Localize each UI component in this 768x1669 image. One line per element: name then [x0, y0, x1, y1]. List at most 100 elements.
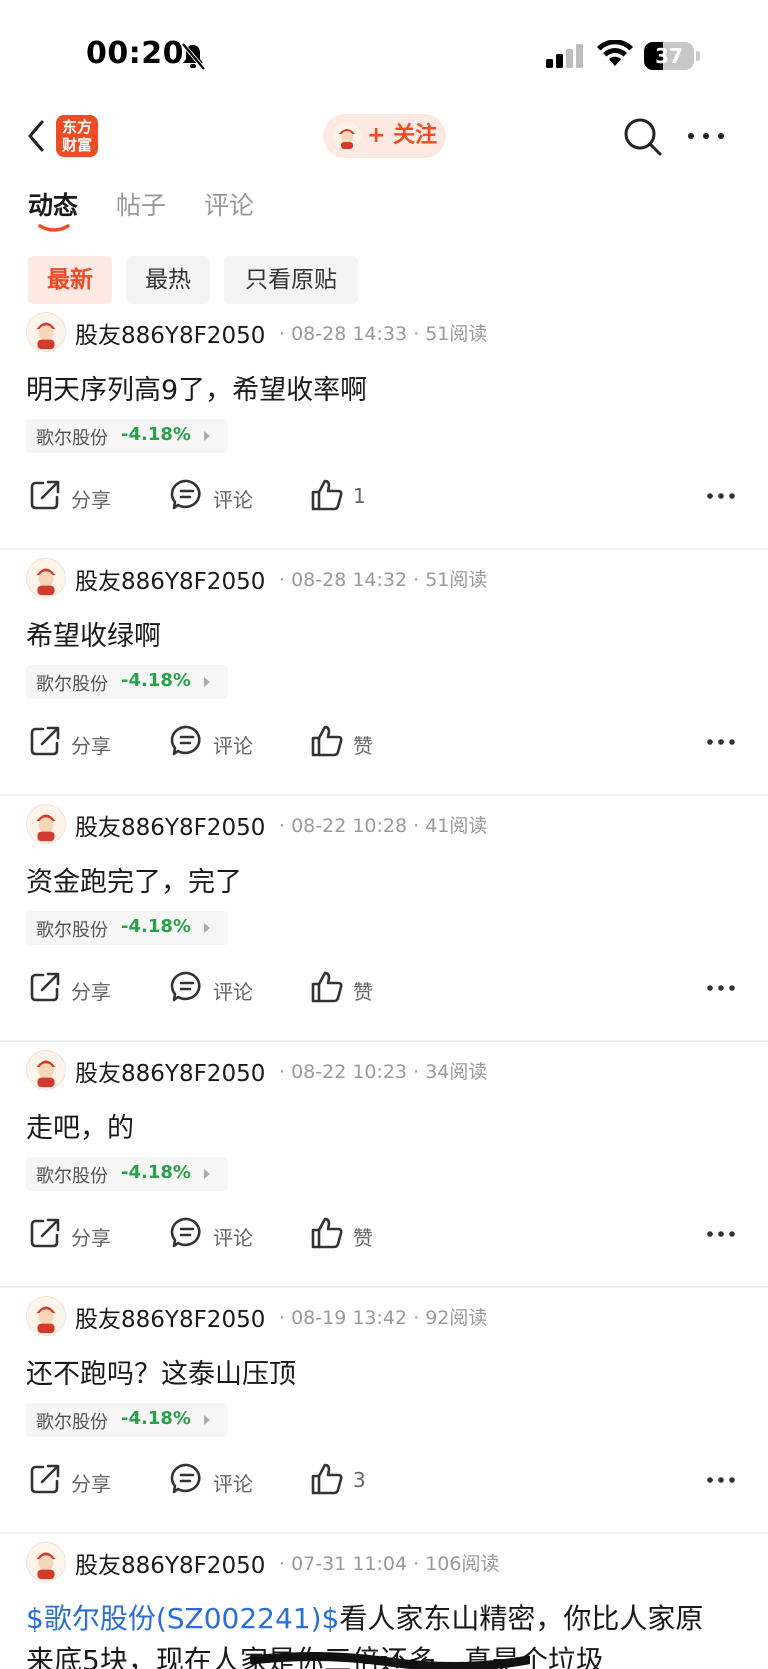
like-button[interactable]: 赞 — [310, 722, 390, 762]
post-meta: · 08-22 10:28 · 41阅读 — [279, 815, 488, 837]
post-actions: 分享 评论 赞 — [0, 968, 768, 1008]
user-avatar-icon[interactable] — [26, 558, 66, 598]
like-button[interactable]: 1 — [310, 476, 390, 516]
comment-icon — [170, 1463, 201, 1494]
post-username[interactable]: 股友886Y8F2050 — [75, 1054, 265, 1088]
post-header: 股友886Y8F2050 · 08-28 14:33 · 51阅读 — [26, 312, 746, 352]
user-avatar-icon[interactable] — [26, 1296, 66, 1336]
post-meta: · 08-19 13:42 · 92阅读 — [279, 1307, 488, 1329]
user-avatar-icon[interactable] — [26, 312, 66, 352]
comment-button[interactable]: 评论 — [170, 1460, 260, 1500]
filter-chips: 最新 最热 只看原贴 — [0, 256, 768, 304]
stock-tag-arrow-icon — [204, 431, 210, 441]
post-username[interactable]: 股友886Y8F2050 — [75, 316, 265, 350]
filter-latest[interactable]: 最新 — [28, 256, 112, 304]
post-item[interactable]: 股友886Y8F2050 · 08-28 14:32 · 51阅读 希望收绿啊 … — [0, 550, 768, 796]
stock-tag-arrow-icon — [204, 677, 210, 687]
thumbs-up-icon — [311, 1217, 343, 1249]
comment-label: 评论 — [213, 488, 253, 512]
like-button[interactable]: 赞 — [310, 1214, 390, 1254]
post-actions: 分享 评论 3 — [0, 1460, 768, 1500]
comment-label: 评论 — [213, 1472, 253, 1496]
stock-tag-arrow-icon — [204, 1415, 210, 1425]
search-icon[interactable] — [622, 116, 664, 158]
post-meta: · 07-31 11:04 · 106阅读 — [279, 1553, 500, 1575]
share-button[interactable]: 分享 — [28, 722, 118, 762]
post-text: 还不跑吗？这泰山压顶 — [26, 1359, 296, 1390]
post-feed: 股友886Y8F2050 · 08-28 14:33 · 51阅读 明天序列高9… — [0, 304, 768, 1669]
share-icon — [30, 480, 60, 510]
user-avatar-icon[interactable] — [26, 1050, 66, 1090]
app-logo: 东方 财富 — [56, 115, 98, 157]
filter-hottest[interactable]: 最热 — [126, 256, 210, 304]
post-item[interactable]: 股友886Y8F2050 · 08-22 10:23 · 34阅读 走吧，的 歌… — [0, 1042, 768, 1288]
post-item[interactable]: 股友886Y8F2050 · 08-22 10:28 · 41阅读 资金跑完了，… — [0, 796, 768, 1042]
tab-dynamics[interactable]: 动态 — [28, 186, 78, 222]
like-label: 3 — [353, 1468, 366, 1492]
post-header: 股友886Y8F2050 · 08-22 10:28 · 41阅读 — [26, 804, 746, 844]
comment-icon — [170, 479, 201, 510]
post-item[interactable]: 股友886Y8F2050 · 07-31 11:04 · 106阅读 $歌尔股份… — [0, 1534, 768, 1669]
wifi-icon — [597, 40, 633, 66]
thumbs-up-icon — [311, 479, 343, 511]
back-arrow-icon[interactable] — [22, 116, 52, 156]
stock-name: 歌尔股份 — [36, 1412, 108, 1433]
comment-label: 评论 — [213, 980, 253, 1004]
comment-button[interactable]: 评论 — [170, 968, 260, 1008]
stock-tag[interactable]: 歌尔股份 -4.18% — [26, 1157, 228, 1191]
post-username[interactable]: 股友886Y8F2050 — [75, 1300, 265, 1334]
tab-comments[interactable]: 评论 — [204, 186, 254, 222]
user-avatar-icon[interactable] — [26, 804, 66, 844]
comment-label: 评论 — [213, 1226, 253, 1250]
tab-posts[interactable]: 帖子 — [116, 186, 166, 222]
post-username[interactable]: 股友886Y8F2050 — [75, 1546, 265, 1580]
share-button[interactable]: 分享 — [28, 476, 118, 516]
post-more-icon[interactable] — [706, 486, 736, 506]
follow-button[interactable]: + 关注 — [323, 114, 446, 158]
thumbs-up-icon — [311, 971, 343, 1003]
stock-tag[interactable]: 歌尔股份 -4.18% — [26, 1403, 228, 1437]
share-icon — [30, 972, 60, 1002]
comment-button[interactable]: 评论 — [170, 722, 260, 762]
stock-tag[interactable]: 歌尔股份 -4.18% — [26, 911, 228, 945]
like-label: 赞 — [353, 980, 373, 1004]
share-label: 分享 — [71, 488, 111, 512]
stock-tag-arrow-icon — [204, 923, 210, 933]
stock-tag[interactable]: 歌尔股份 -4.18% — [26, 419, 228, 453]
thumbs-up-icon — [311, 1463, 343, 1495]
post-more-icon[interactable] — [706, 1470, 736, 1490]
share-button[interactable]: 分享 — [28, 1214, 118, 1254]
comment-button[interactable]: 评论 — [170, 1214, 260, 1254]
stock-link[interactable]: $歌尔股份(SZ002241)$ — [26, 1602, 339, 1635]
post-username[interactable]: 股友886Y8F2050 — [75, 808, 265, 842]
filter-original-only[interactable]: 只看原贴 — [224, 256, 358, 304]
comment-button[interactable]: 评论 — [170, 476, 260, 516]
user-avatar-icon — [333, 122, 361, 150]
post-more-icon[interactable] — [706, 978, 736, 998]
stock-change: -4.18% — [121, 424, 191, 445]
post-text: 走吧，的 — [26, 1113, 134, 1144]
post-username[interactable]: 股友886Y8F2050 — [75, 562, 265, 596]
stock-tag[interactable]: 歌尔股份 -4.18% — [26, 665, 228, 699]
like-label: 1 — [353, 484, 366, 508]
post-actions: 分享 评论 1 — [0, 476, 768, 516]
post-text-line1: 看人家东山精密，你比人家原 — [339, 1602, 704, 1635]
thumbs-up-icon — [311, 725, 343, 757]
post-item[interactable]: 股友886Y8F2050 · 08-28 14:33 · 51阅读 明天序列高9… — [0, 304, 768, 550]
tab-bar: 动态 帖子 评论 — [0, 180, 768, 236]
like-button[interactable]: 赞 — [310, 968, 390, 1008]
stock-change: -4.18% — [121, 670, 191, 691]
post-meta: · 08-28 14:32 · 51阅读 — [279, 569, 488, 591]
share-label: 分享 — [71, 980, 111, 1004]
post-item[interactable]: 股友886Y8F2050 · 08-19 13:42 · 92阅读 还不跑吗？这… — [0, 1288, 768, 1534]
post-more-icon[interactable] — [706, 732, 736, 752]
share-button[interactable]: 分享 — [28, 968, 118, 1008]
user-avatar-icon[interactable] — [26, 1542, 66, 1582]
post-header: 股友886Y8F2050 · 08-28 14:32 · 51阅读 — [26, 558, 746, 598]
like-button[interactable]: 3 — [310, 1460, 390, 1500]
post-actions: 分享 评论 赞 — [0, 1214, 768, 1254]
post-more-icon[interactable] — [706, 1224, 736, 1244]
comment-icon — [170, 725, 201, 756]
more-icon[interactable] — [686, 126, 726, 146]
share-button[interactable]: 分享 — [28, 1460, 118, 1500]
